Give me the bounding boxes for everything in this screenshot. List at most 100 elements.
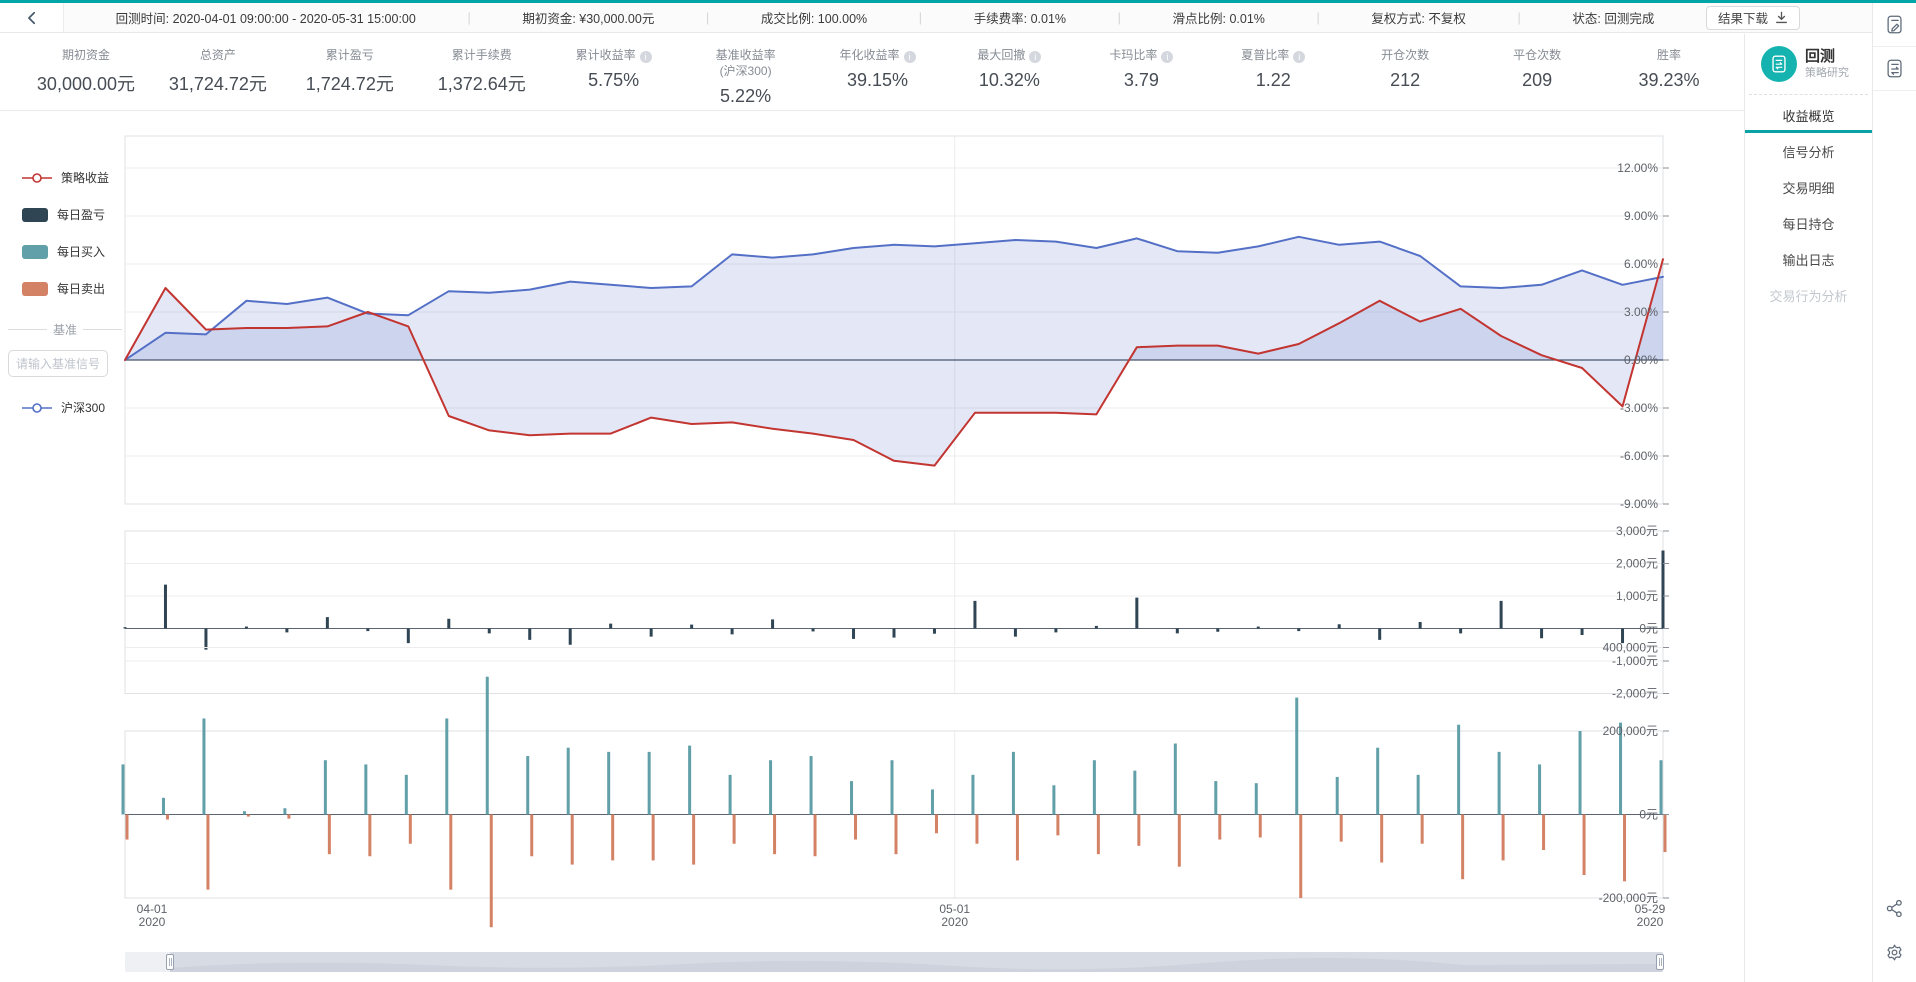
sidebar-menu-item: 交易行为分析 [1769, 288, 1848, 304]
stat-label: 累计盈亏 [284, 47, 416, 63]
info-icon[interactable]: i [1029, 51, 1042, 63]
sidebar-title: 回测 [1805, 48, 1836, 65]
x-axis-label-year: 2020 [1636, 915, 1664, 929]
svg-text:-9.00%: -9.00% [1620, 497, 1658, 511]
chevron-left-icon [27, 11, 35, 24]
sidebar-menu-item[interactable]: 信号分析 [1745, 133, 1872, 169]
topbar-item: 状态: 回测完成 [1572, 12, 1655, 26]
stat-label-text: 年化收益率 [839, 48, 900, 62]
share-icon[interactable] [1873, 886, 1916, 930]
download-results-label: 结果下载 [1717, 12, 1768, 26]
sidebar-menu-item[interactable]: 每日持仓 [1745, 205, 1872, 241]
svg-text:0元: 0元 [1639, 622, 1658, 636]
datazoom-data-shadow [170, 957, 1663, 972]
stat-cell: 夏普比率 i 1.22 [1207, 47, 1339, 110]
topbar-separator: | [705, 10, 710, 25]
stat-cell: 胜率 39.23% [1603, 47, 1735, 110]
stat-label: 卡玛比率 i [1075, 47, 1207, 63]
stat-value: 3.79 [1123, 70, 1159, 90]
stat-cell: 期初资金 30,000.00元 [20, 47, 152, 110]
sidebar-menu-item[interactable]: 交易明细 [1745, 169, 1872, 205]
stat-cell: 基准收益率 (沪深300) 5.22% [680, 47, 812, 110]
stat-label-text: 累计手续费 [451, 48, 512, 62]
info-icon[interactable]: i [639, 51, 652, 63]
stat-label: 开仓次数 [1339, 47, 1471, 63]
stat-value: 31,724.72元 [168, 74, 267, 94]
svg-text:-2,000元: -2,000元 [1612, 687, 1658, 701]
svg-text:-6.00%: -6.00% [1620, 449, 1658, 463]
stat-label: 夏普比率 i [1207, 47, 1339, 63]
download-icon [1776, 11, 1787, 24]
datazoom-right-handle[interactable] [1656, 954, 1664, 970]
stat-value: 1,724.72元 [305, 74, 394, 94]
datazoom-left-handle[interactable] [166, 954, 174, 970]
back-button[interactable] [0, 3, 64, 32]
svg-text:2,000元: 2,000元 [1616, 557, 1658, 571]
svg-text:0.00%: 0.00% [1624, 353, 1658, 367]
stat-cell: 平仓次数 209 [1471, 47, 1603, 110]
info-icon[interactable]: i [1161, 51, 1174, 63]
topbar-separator: | [1316, 10, 1320, 25]
stat-cell: 累计盈亏 1,724.72元 [284, 47, 416, 110]
backtest-doc-swap-icon [1761, 46, 1797, 82]
stat-label-text: 卡玛比率 [1109, 48, 1158, 62]
settings-gear-icon[interactable] [1873, 930, 1916, 974]
stat-label-text: 胜率 [1657, 48, 1682, 62]
stat-label-text: 累计盈亏 [325, 48, 374, 62]
charts-region: 策略收益每日盈亏每日买入每日卖出基准沪深300 12.00%9.00%6.00%… [0, 111, 1745, 982]
stat-value: 209 [1522, 70, 1553, 90]
stat-cell: 卡玛比率 i 3.79 [1075, 47, 1207, 110]
x-axis-label: 05-29 2020 [1635, 903, 1666, 929]
stat-value: 10.32% [978, 70, 1040, 90]
stat-cell: 开仓次数 212 [1339, 47, 1471, 110]
content: 期初资金 30,000.00元 总资产 31,724.72元 累计盈亏 1,724.72元… [0, 34, 1745, 982]
stat-label: 累计手续费 [416, 47, 548, 63]
info-icon[interactable]: i [1293, 51, 1306, 63]
x-axis-label-year: 2020 [138, 915, 166, 929]
stat-value: 212 [1390, 70, 1421, 90]
download-results-button[interactable]: 结果下载 [1705, 5, 1800, 30]
svg-text:1,000元: 1,000元 [1616, 589, 1658, 603]
stat-value: 30,000.00元 [36, 74, 135, 94]
datazoom-track[interactable] [125, 952, 1663, 972]
stat-label: 平仓次数 [1471, 47, 1603, 63]
svg-text:6.00%: 6.00% [1624, 257, 1658, 271]
topbar-separator: | [467, 10, 471, 25]
stat-cell: 年化收益率 i 39.15% [812, 47, 944, 110]
stat-sublabel: (沪深300) [719, 64, 772, 78]
stat-label-text: 期初资金 [61, 48, 110, 62]
topbar-item: 期初资金: ¥30,000.00元 [522, 12, 655, 26]
sidebar-menu-item[interactable]: 输出日志 [1745, 241, 1872, 277]
svg-text:-1,000元: -1,000元 [1612, 654, 1658, 668]
charts-canvas: 12.00% 9.00% 6.00% 3.00% 0.00% -3.00% -6.00% -9… [121, 135, 1669, 928]
sidebar-subtitle: 策略研究 [1805, 67, 1849, 79]
stat-label-text: 累计收益率 [575, 48, 636, 62]
sidebar-menu-item[interactable]: 收益概览 [1745, 97, 1872, 133]
svg-text:12.00%: 12.00% [1617, 161, 1658, 175]
stat-cell: 总资产 31,724.72元 [152, 47, 284, 110]
datazoom-slider[interactable] [125, 951, 1664, 973]
topbar-separator: | [918, 10, 923, 25]
svg-text:9.00%: 9.00% [1624, 209, 1658, 223]
info-icon[interactable]: i [903, 51, 916, 63]
topbar: 回测时间: 2020-04-01 09:00:00 - 2020-05-31 1… [0, 3, 1872, 33]
topbar-separator: | [1517, 10, 1521, 25]
topbar-item: 回测时间: 2020-04-01 09:00:00 - 2020-05-31 1… [115, 12, 416, 26]
sidebar: 回测 策略研究 收益概览 信号分析 交易明细 每日持仓 输出日志交易行为分析 [1744, 34, 1872, 982]
stat-label-text: 开仓次数 [1381, 48, 1430, 62]
x-axis-label: 04-01 2020 [137, 903, 168, 929]
stats-row: 期初资金 30,000.00元 总资产 31,724.72元 累计盈亏 1,724.72元… [0, 34, 1745, 111]
svg-text:200,000元: 200,000元 [1603, 724, 1658, 738]
sidebar-header: 回测 策略研究 [1749, 34, 1868, 95]
stat-cell: 累计收益率 i 5.75% [548, 47, 680, 110]
topbar-item: 成交比例: 100.00% [760, 12, 868, 26]
stat-value: 5.75% [588, 70, 640, 90]
stat-label: 基准收益率 (沪深300) [680, 47, 812, 79]
stat-value: 1.22 [1255, 70, 1291, 90]
strategy-edit-icon[interactable] [1873, 3, 1916, 47]
backtest-doc-icon[interactable] [1873, 47, 1916, 91]
stat-label: 年化收益率 i [812, 47, 944, 63]
stat-label-text: 基准收益率 [715, 48, 776, 62]
svg-text:3,000元: 3,000元 [1616, 524, 1658, 538]
topbar-separator: | [1117, 10, 1121, 25]
